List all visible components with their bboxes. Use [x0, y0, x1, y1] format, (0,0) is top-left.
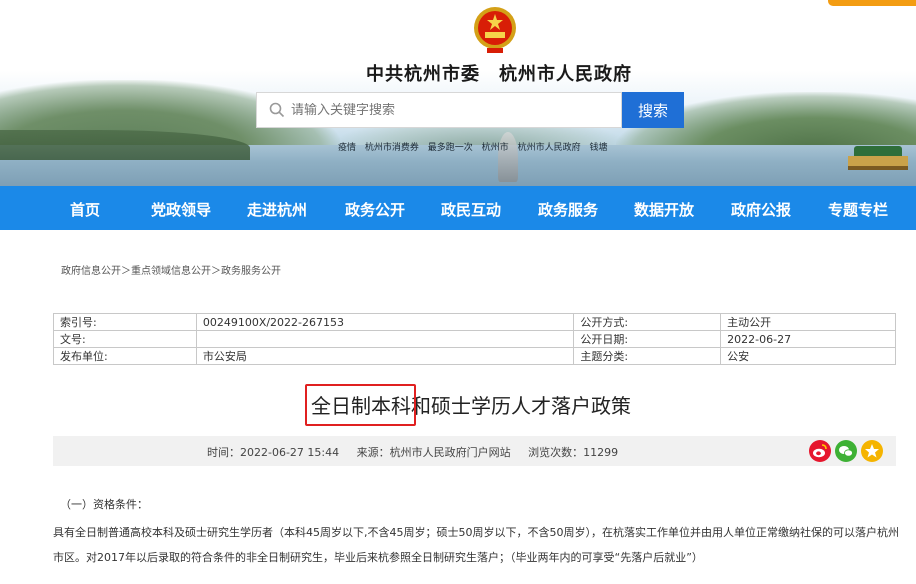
site-title: 中共杭州市委 杭州市人民政府: [366, 64, 632, 85]
meta-value: [195, 330, 575, 348]
nav-item-topics[interactable]: 专题专栏: [828, 199, 888, 220]
nav-item-home[interactable]: 首页: [70, 199, 100, 220]
view-count: 浏览次数：11299: [528, 446, 619, 459]
search-icon: [269, 102, 285, 118]
hot-word-link[interactable]: 杭州市人民政府: [518, 143, 581, 153]
meta-label: 公开日期:: [573, 330, 722, 348]
qzone-icon[interactable]: [861, 440, 883, 462]
search-box[interactable]: [256, 92, 622, 128]
corner-tab[interactable]: [828, 0, 916, 6]
article-source: 来源：杭州市人民政府门户网站: [356, 446, 511, 459]
nav-item-about-hangzhou[interactable]: 走进杭州: [247, 199, 307, 220]
hot-word-link[interactable]: 疫情: [338, 143, 356, 153]
national-emblem-icon: [471, 4, 519, 54]
meta-label: 文号:: [53, 330, 197, 348]
nav-item-services[interactable]: 政务服务: [538, 199, 598, 220]
meta-value: 2022-06-27: [720, 330, 896, 348]
article-body: 具有全日制普通高校本科及硕士研究生学历者（本科45周岁以下,不含45周岁；硕士5…: [53, 526, 899, 564]
banner-boat: [848, 146, 908, 174]
search-button[interactable]: 搜索: [622, 92, 684, 128]
meta-label: 索引号:: [53, 313, 197, 331]
wechat-icon[interactable]: [835, 440, 857, 462]
hot-word-link[interactable]: 杭州市: [482, 143, 509, 153]
nav-item-open-data[interactable]: 数据开放: [634, 199, 694, 220]
meta-label: 公开方式:: [573, 313, 722, 331]
article-info: 时间：2022-06-27 15:44 来源：杭州市人民政府门户网站 浏览次数：…: [207, 444, 632, 460]
nav-item-leaders[interactable]: 党政领导: [151, 199, 211, 220]
section-heading: （一）资格条件：: [60, 498, 148, 511]
highlight-annotation: [305, 384, 416, 426]
breadcrumb[interactable]: 政府信息公开＞重点领域信息公开＞政务服务公开: [61, 262, 281, 277]
hot-word-link[interactable]: 钱塘: [589, 143, 607, 153]
main-nav: 首页 党政领导 走进杭州 政务公开 政民互动 政务服务 数据开放 政府公报 专题…: [0, 186, 916, 230]
weibo-icon[interactable]: [809, 440, 831, 462]
hot-words: 疫情 杭州市消费券 最多跑一次 杭州市 杭州市人民政府 钱塘: [338, 140, 613, 153]
table-row: 索引号: 00249100X/2022-267153 公开方式: 主动公开: [53, 313, 896, 331]
meta-label: 发布单位:: [53, 347, 197, 365]
meta-label: 主题分类:: [573, 347, 722, 365]
meta-value: 市公安局: [195, 347, 575, 365]
table-row: 发布单位: 市公安局 主题分类: 公安: [53, 347, 896, 365]
publish-time: 时间：2022-06-27 15:44: [207, 446, 340, 459]
nav-item-gazette[interactable]: 政府公报: [731, 199, 791, 220]
meta-value: 主动公开: [720, 313, 896, 331]
search-input[interactable]: [291, 102, 591, 118]
document-meta-table: 索引号: 00249100X/2022-267153 公开方式: 主动公开 文号…: [53, 313, 896, 365]
meta-value: 公安: [720, 347, 896, 365]
hot-word-link[interactable]: 最多跑一次: [428, 143, 473, 153]
nav-item-gov-affairs[interactable]: 政务公开: [345, 199, 405, 220]
meta-value: 00249100X/2022-267153: [195, 313, 575, 331]
nav-item-interaction[interactable]: 政民互动: [441, 199, 501, 220]
hot-word-link[interactable]: 杭州市消费券: [365, 143, 419, 153]
table-row: 文号: 公开日期: 2022-06-27: [53, 330, 896, 348]
